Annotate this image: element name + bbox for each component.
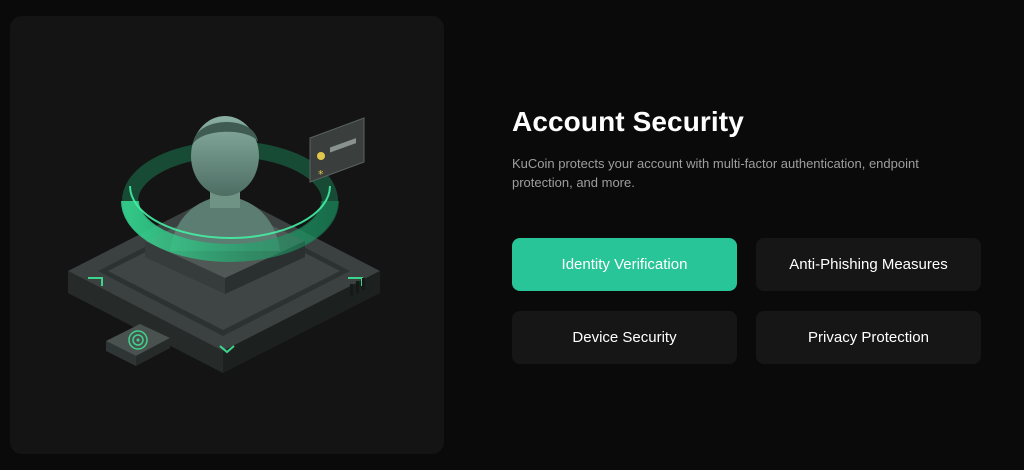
option-identity-verification[interactable]: Identity Verification bbox=[512, 238, 737, 291]
section-description: KuCoin protects your account with multi-… bbox=[512, 156, 919, 190]
id-card-icon: * bbox=[309, 117, 365, 183]
option-label: Privacy Protection bbox=[808, 329, 929, 346]
option-privacy-protection[interactable]: Privacy Protection bbox=[756, 311, 981, 364]
section-title: Account Security bbox=[512, 106, 744, 137]
option-device-security[interactable]: Device Security bbox=[512, 311, 737, 364]
option-label: Anti-Phishing Measures bbox=[789, 256, 948, 273]
user-avatar-icon bbox=[170, 116, 280, 251]
account-security-section: * Account Security KuCoin protects your … bbox=[0, 0, 1024, 470]
illustration-card: * bbox=[10, 16, 444, 454]
option-anti-phishing-measures[interactable]: Anti-Phishing Measures bbox=[756, 238, 981, 291]
option-label: Device Security bbox=[572, 329, 677, 346]
svg-text:*: * bbox=[318, 168, 324, 181]
option-label: Identity Verification bbox=[561, 256, 688, 273]
security-illustration: * bbox=[68, 116, 380, 373]
